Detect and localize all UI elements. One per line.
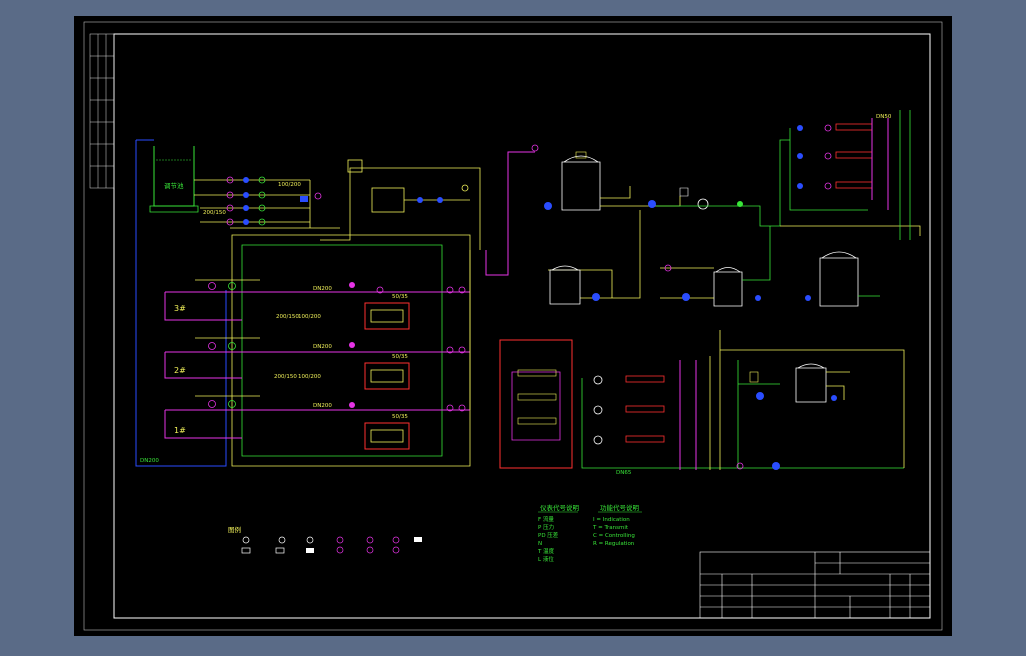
function-line-2: T = Transmit xyxy=(592,525,629,531)
function-line-1: I = Indication xyxy=(593,517,630,523)
tank-label: 调节池 xyxy=(164,181,184,190)
function-notes-title: 功能代号说明 xyxy=(600,503,640,512)
train-3-pipe: DN200 xyxy=(313,286,332,292)
train-3-label: 3# xyxy=(174,304,186,313)
function-line-3: C = Controlling xyxy=(593,533,635,539)
process-flow-diagram: 调节池 DN200 200/150 100/200 3# DN200 50/35… xyxy=(74,16,952,636)
train-3-conn: 50/35 xyxy=(392,294,408,300)
top-right-dn: DN50 xyxy=(876,114,892,120)
drain-dn: DN200 xyxy=(140,458,159,464)
instrument-line-5: T 温度 xyxy=(537,547,555,555)
instrument-line-2: P 压力 xyxy=(538,523,554,531)
instrument-line-4: N xyxy=(538,541,542,547)
drawing-sheet xyxy=(74,16,952,636)
instrument-line-1: F 流量 xyxy=(538,515,554,523)
train-2-conn: 50/35 xyxy=(392,354,408,360)
function-line-4: R = Regulation xyxy=(593,541,635,547)
train-1-conn: 50/35 xyxy=(392,414,408,420)
instrument-line-6: L 液位 xyxy=(538,555,554,563)
instrument-line-3: PD 压差 xyxy=(538,531,559,539)
size-d: 100/200 xyxy=(298,374,321,380)
cad-viewport: 调节池 DN200 200/150 100/200 3# DN200 50/35… xyxy=(0,0,1026,652)
size-b: 100/200 xyxy=(298,314,321,320)
size-a: 200/150 xyxy=(276,314,299,320)
manifold-size-1: 200/150 xyxy=(203,210,226,216)
train-1-label: 1# xyxy=(174,426,186,435)
manifold-size-2: 100/200 xyxy=(278,182,301,188)
train-2-pipe: DN200 xyxy=(313,344,332,350)
legend-title: 图例 xyxy=(228,525,241,534)
bottom-right-dn: DN65 xyxy=(616,470,632,476)
train-2-label: 2# xyxy=(174,366,186,375)
train-1-pipe: DN200 xyxy=(313,403,332,409)
size-c: 200/150 xyxy=(274,374,297,380)
instrument-notes-title: 仪表代号说明 xyxy=(540,503,580,512)
